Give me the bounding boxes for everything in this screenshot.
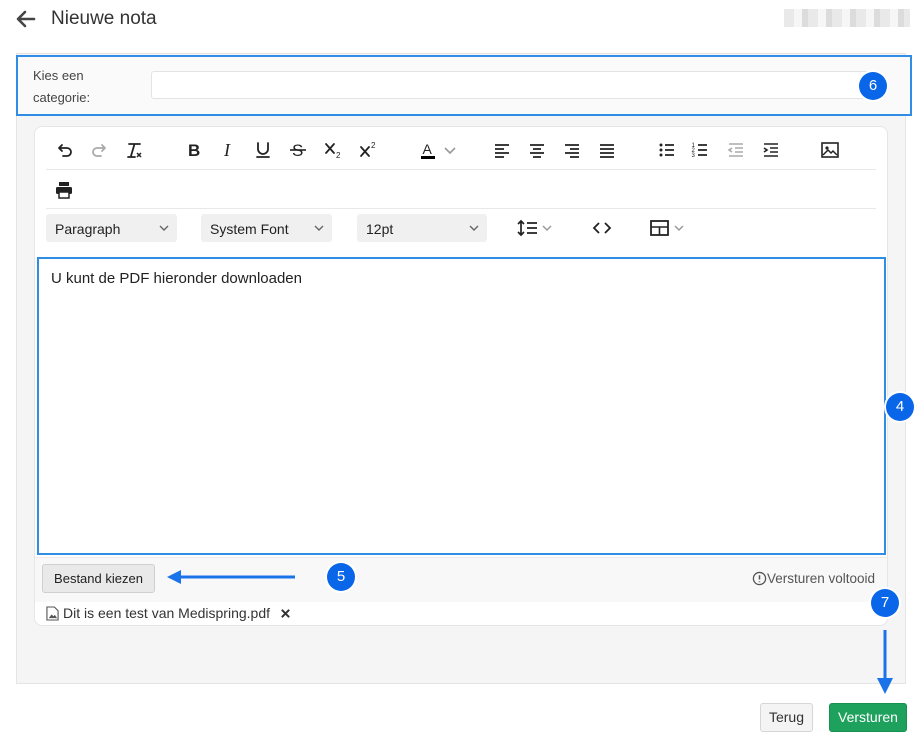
bold-icon[interactable]: B [180, 136, 208, 164]
status-message: Versturen voltooid [752, 571, 875, 586]
svg-text:3: 3 [692, 153, 696, 159]
choose-file-button[interactable]: Bestand kiezen [42, 564, 155, 593]
numbered-list-icon[interactable]: 123 [686, 136, 714, 164]
editor-content-text: U kunt de PDF hieronder downloaden [51, 270, 302, 287]
attachment-item: Dit is een test van Medispring.pdf [46, 605, 291, 621]
page-title: Nieuwe nota [51, 8, 157, 29]
block-format-value: Paragraph [55, 221, 121, 237]
callout-badge-6: 6 [859, 72, 887, 100]
subscript-icon[interactable]: 2 [319, 136, 347, 164]
text-color-icon[interactable]: A [414, 136, 442, 164]
superscript-icon[interactable]: 2 [354, 136, 382, 164]
align-right-icon[interactable] [558, 136, 586, 164]
indent-icon[interactable] [757, 136, 785, 164]
chevron-down-icon [469, 225, 479, 231]
back-button[interactable]: Terug [760, 703, 813, 732]
toolbar-divider [46, 208, 876, 209]
callout-badge-4: 4 [886, 393, 914, 421]
svg-text:A: A [423, 141, 433, 157]
line-height-icon[interactable] [515, 214, 557, 242]
source-code-icon[interactable] [588, 214, 616, 242]
undo-icon[interactable] [50, 136, 78, 164]
justify-icon[interactable] [593, 136, 621, 164]
category-label: Kies een categorie: [33, 68, 91, 105]
redo-icon[interactable] [86, 136, 114, 164]
font-family-dropdown[interactable]: System Font [201, 214, 332, 242]
table-icon[interactable] [648, 214, 690, 242]
outdent-icon[interactable] [722, 136, 750, 164]
callout-badge-5: 5 [327, 563, 355, 591]
align-center-icon[interactable] [523, 136, 551, 164]
svg-text:2: 2 [336, 151, 341, 160]
font-size-value: 12pt [366, 221, 394, 237]
info-circle-icon [752, 571, 767, 586]
chevron-down-icon [159, 225, 169, 231]
category-input[interactable] [151, 71, 871, 99]
svg-text:2: 2 [371, 141, 376, 150]
strikethrough-icon[interactable]: S [284, 136, 312, 164]
print-icon[interactable] [50, 176, 78, 204]
send-button[interactable]: Versturen [829, 703, 907, 732]
italic-icon[interactable]: I [214, 136, 242, 164]
blurred-user-info [784, 9, 910, 27]
align-left-icon[interactable] [488, 136, 516, 164]
back-arrow-icon[interactable] [14, 8, 36, 30]
editor-content-area[interactable] [37, 257, 886, 555]
callout-arrow-left [165, 569, 297, 585]
font-size-dropdown[interactable]: 12pt [357, 214, 487, 242]
text-color-chevron-icon[interactable] [440, 136, 460, 164]
font-family-value: System Font [210, 221, 289, 237]
svg-text:I: I [223, 140, 231, 160]
status-text: Versturen voltooid [767, 571, 876, 586]
svg-text:B: B [188, 141, 200, 160]
chevron-down-icon [314, 225, 324, 231]
underline-icon[interactable] [249, 136, 277, 164]
image-icon[interactable] [816, 136, 844, 164]
toolbar-divider [46, 169, 876, 170]
image-file-icon [46, 605, 59, 621]
callout-arrow-down [876, 630, 894, 696]
block-format-dropdown[interactable]: Paragraph [46, 214, 177, 242]
remove-attachment-icon[interactable] [280, 608, 291, 619]
callout-badge-7: 7 [871, 589, 899, 617]
clear-format-icon[interactable] [120, 136, 148, 164]
attachment-name: Dit is een test van Medispring.pdf [63, 605, 270, 621]
bullet-list-icon[interactable] [653, 136, 681, 164]
